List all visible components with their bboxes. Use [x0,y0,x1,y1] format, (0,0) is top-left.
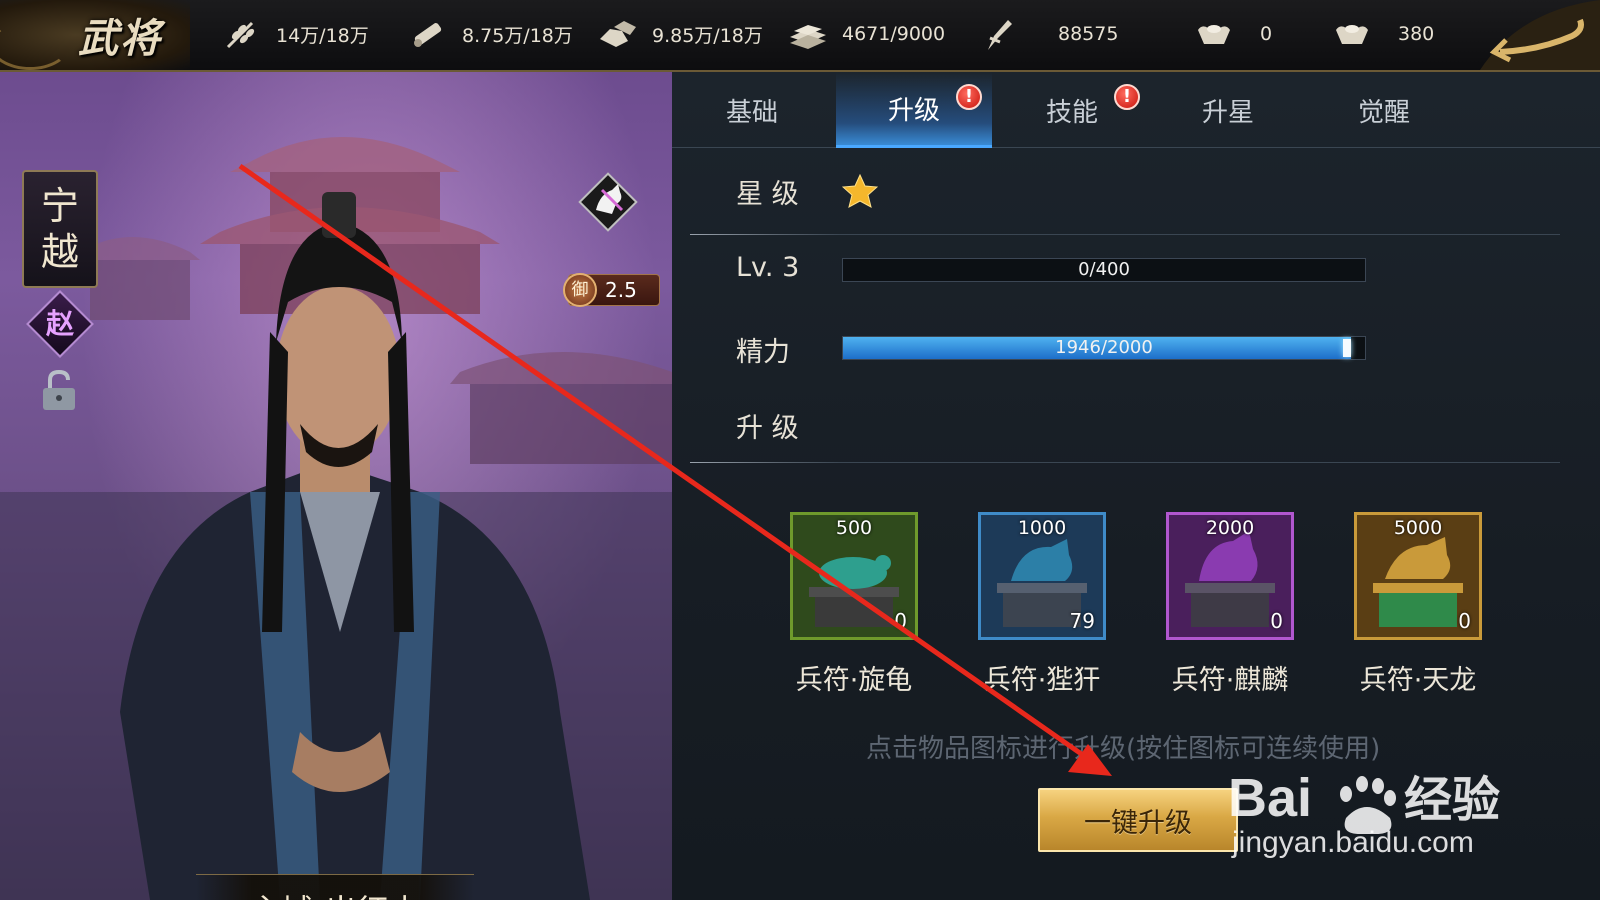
item-cost: 1000 [1017,517,1067,539]
decree-icon [974,16,1022,52]
gold-ingot-icon [1190,16,1238,52]
divider [690,234,840,235]
one-click-upgrade-button[interactable]: 一键升级 [1038,788,1238,852]
exp-text: 0/400 [1078,259,1130,280]
item-count: 79 [1069,609,1095,633]
item-name: 兵符·狴犴 [983,665,1101,696]
wood-value: 8.75万/18万 [462,24,573,47]
decorative-swirl [0,20,70,70]
upgrade-section-label: 升 级 [736,413,799,444]
usage-hint: 点击物品图标进行升级(按住图标可连续使用) [866,734,1381,764]
star-icon [841,173,879,212]
wood-icon [404,16,452,52]
page-title: 武将 [78,15,162,62]
resource-grain[interactable]: 14万/18万 [218,14,369,54]
resource-gold-ingot[interactable]: 0 [1190,14,1272,54]
divider [840,234,1560,235]
tiger-tally-item-bian[interactable]: 1000 79 [978,512,1106,640]
stone-value: 9.85万/18万 [652,24,763,47]
tab-awaken[interactable]: 觉醒 [1306,72,1462,148]
title-plate: 武将 [0,0,190,70]
item-name: 兵符·麒麟 [1171,665,1289,696]
iron-value: 4671/9000 [842,23,946,45]
exp-bar: 0/400 [842,258,1366,282]
tiger-tally-item-xuangui[interactable]: 500 0 [790,512,918,640]
resource-wood[interactable]: 8.75万/18万 [404,14,573,54]
resource-silver-ingot[interactable]: 380 [1328,14,1434,54]
general-status: 主城-出征中 [196,874,474,900]
silver-ingot-value: 380 [1398,23,1435,45]
lock-icon[interactable] [40,369,78,412]
defense-icon: 御 [563,273,597,307]
iron-icon [784,16,832,52]
item-cost: 2000 [1205,517,1255,539]
tab-star-up[interactable]: 升星 [1150,72,1306,148]
alert-icon: ! [1114,84,1140,110]
palace-background [0,137,672,900]
gold-ingot-value: 0 [1260,23,1273,45]
stone-icon [594,16,642,52]
upgrade-panel: 基础 升级 技能 升星 觉醒 ! ! 星 级 Lv. 3 0/400 精力 19… [672,72,1600,900]
watermark-url: jingyan.baidu.com [1232,826,1474,859]
silver-ingot-icon [1328,16,1376,52]
energy-bar: 1946/2000 [842,336,1366,360]
general-portrait-panel: 宁 越 赵 御 2.5 主城-出征中 [0,72,672,900]
item-count: 0 [894,609,907,633]
energy-text: 1946/2000 [1055,337,1153,358]
tab-bar: 基础 升级 技能 升星 觉醒 ! ! [672,72,1600,148]
tiger-tally-item-qilin[interactable]: 2000 0 [1166,512,1294,640]
resource-bar: 武将 14万/18万 8.75万/18万 9.85万/18万 4671/9000… [0,0,1600,72]
divider [690,462,840,463]
star-level-label: 星 级 [736,179,799,210]
defense-stat: 御 2.5 [563,273,660,307]
faction-label: 赵 [45,307,74,340]
level-label: Lv. 3 [736,252,800,283]
grain-icon [218,16,266,52]
general-name-char: 越 [40,230,79,274]
resource-iron[interactable]: 4671/9000 [784,14,945,54]
alert-icon: ! [956,84,982,110]
resource-stone[interactable]: 9.85万/18万 [594,14,763,54]
item-cost: 5000 [1393,517,1443,539]
defense-value: 2.5 [605,278,637,302]
item-count: 0 [1458,609,1471,633]
energy-label: 精力 [736,337,790,368]
item-count: 0 [1270,609,1283,633]
item-name: 兵符·旋龟 [795,665,913,696]
general-name-plate: 宁 越 [22,170,98,288]
grain-value: 14万/18万 [276,24,369,47]
decree-value: 88575 [1058,23,1119,45]
divider [840,462,1560,463]
general-name-char: 宁 [40,184,79,228]
item-cost: 500 [835,517,873,539]
cavalry-unit-icon[interactable] [576,170,640,234]
tab-basic[interactable]: 基础 [674,72,830,148]
tiger-tally-item-tianlong[interactable]: 5000 0 [1354,512,1482,640]
back-button[interactable] [1460,0,1600,70]
item-name: 兵符·天龙 [1359,665,1477,696]
resource-decree[interactable]: 88575 [974,14,1118,54]
